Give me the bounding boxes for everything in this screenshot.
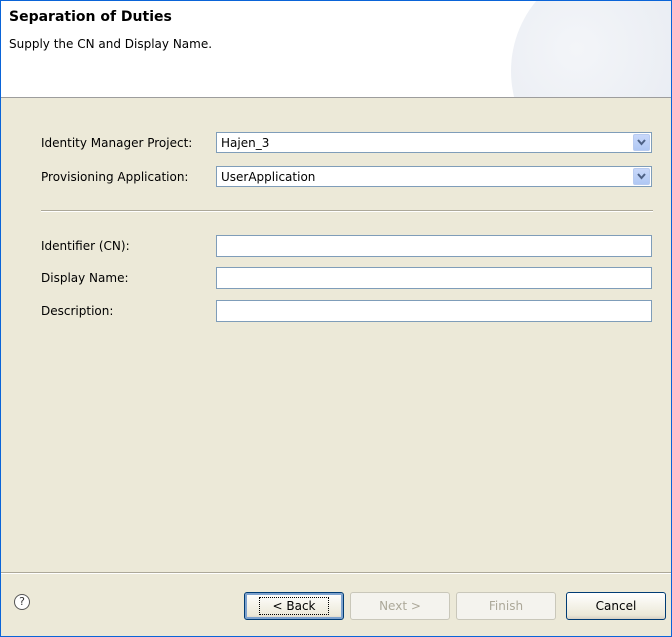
project-combo-value: Hajen_3 xyxy=(221,136,270,150)
form-separator xyxy=(41,210,653,212)
description-label: Description: xyxy=(41,304,114,318)
chevron-down-icon[interactable] xyxy=(633,134,650,151)
page-title: Separation of Duties xyxy=(9,9,172,25)
project-combo[interactable]: Hajen_3 xyxy=(216,132,652,153)
wizard-dialog: Separation of Duties Supply the CN and D… xyxy=(0,0,672,637)
chevron-down-icon[interactable] xyxy=(633,168,650,185)
wizard-header: Separation of Duties Supply the CN and D… xyxy=(1,1,671,98)
footer-separator xyxy=(1,572,671,574)
question-mark-icon[interactable]: ? xyxy=(14,594,30,610)
back-button-label: < Back xyxy=(259,597,329,615)
app-combo[interactable]: UserApplication xyxy=(216,166,652,187)
next-button[interactable]: Next > xyxy=(350,592,450,620)
description-input[interactable] xyxy=(216,300,652,322)
header-decoration xyxy=(511,1,671,97)
app-label: Provisioning Application: xyxy=(41,170,189,184)
back-button[interactable]: < Back xyxy=(244,592,344,620)
project-label: Identity Manager Project: xyxy=(41,136,193,150)
display-name-input[interactable] xyxy=(216,267,652,289)
page-subtitle: Supply the CN and Display Name. xyxy=(9,37,213,51)
app-combo-value: UserApplication xyxy=(221,170,316,184)
display-name-label: Display Name: xyxy=(41,271,129,285)
cn-input[interactable] xyxy=(216,235,652,257)
cancel-button[interactable]: Cancel xyxy=(566,592,666,620)
cn-label: Identifier (CN): xyxy=(41,239,130,253)
finish-button[interactable]: Finish xyxy=(456,592,556,620)
